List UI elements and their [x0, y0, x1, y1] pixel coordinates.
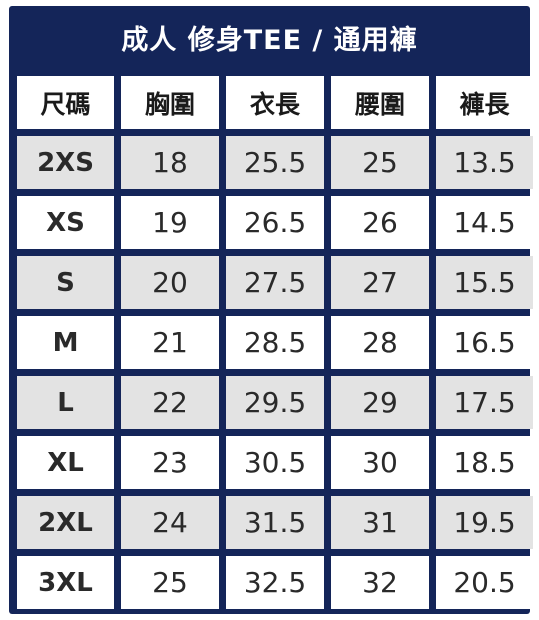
- size-cell: M: [17, 316, 114, 369]
- length-cell: 26.5: [226, 196, 324, 249]
- length-cell: 31.5: [226, 496, 324, 549]
- waist-cell: 31: [331, 496, 429, 549]
- chest-cell: 18: [121, 136, 219, 189]
- pants-length-cell: 16.5: [436, 316, 533, 369]
- length-cell: 32.5: [226, 556, 324, 609]
- header-waist: 腰圍: [331, 76, 429, 129]
- chest-cell: 20: [121, 256, 219, 309]
- pants-length-cell: 14.5: [436, 196, 533, 249]
- waist-cell: 32: [331, 556, 429, 609]
- chest-cell: 19: [121, 196, 219, 249]
- header-length: 衣長: [226, 76, 324, 129]
- size-cell: XS: [17, 196, 114, 249]
- waist-cell: 30: [331, 436, 429, 489]
- size-cell: XL: [17, 436, 114, 489]
- size-cell: 3XL: [17, 556, 114, 609]
- waist-cell: 27: [331, 256, 429, 309]
- header-chest: 胸圍: [121, 76, 219, 129]
- length-cell: 25.5: [226, 136, 324, 189]
- chest-cell: 25: [121, 556, 219, 609]
- chest-cell: 22: [121, 376, 219, 429]
- pants-length-cell: 20.5: [436, 556, 533, 609]
- length-cell: 28.5: [226, 316, 324, 369]
- waist-cell: 25: [331, 136, 429, 189]
- pants-length-cell: 15.5: [436, 256, 533, 309]
- length-cell: 30.5: [226, 436, 324, 489]
- size-cell: 2XL: [17, 496, 114, 549]
- chest-cell: 23: [121, 436, 219, 489]
- pants-length-cell: 17.5: [436, 376, 533, 429]
- length-cell: 29.5: [226, 376, 324, 429]
- pants-length-cell: 18.5: [436, 436, 533, 489]
- size-cell: 2XS: [17, 136, 114, 189]
- chest-cell: 21: [121, 316, 219, 369]
- size-chart: 成人 修身TEE / 通用褲 尺碼 胸圍 衣長 腰圍 褲長 2XS 18 25.5 2…: [9, 6, 533, 614]
- pants-length-cell: 19.5: [436, 496, 533, 549]
- pants-length-cell: 13.5: [436, 136, 533, 189]
- size-cell: L: [17, 376, 114, 429]
- chart-title: 成人 修身TEE / 通用褲: [121, 24, 418, 56]
- header-size: 尺碼: [17, 76, 114, 129]
- waist-cell: 28: [331, 316, 429, 369]
- waist-cell: 26: [331, 196, 429, 249]
- header-pants-length: 褲長: [436, 76, 533, 129]
- length-cell: 27.5: [226, 256, 324, 309]
- size-cell: S: [17, 256, 114, 309]
- chest-cell: 24: [121, 496, 219, 549]
- size-table: 尺碼 胸圍 衣長 腰圍 褲長 2XS 18 25.5 25 13.5 XS 19 26.5 26…: [17, 76, 533, 609]
- waist-cell: 29: [331, 376, 429, 429]
